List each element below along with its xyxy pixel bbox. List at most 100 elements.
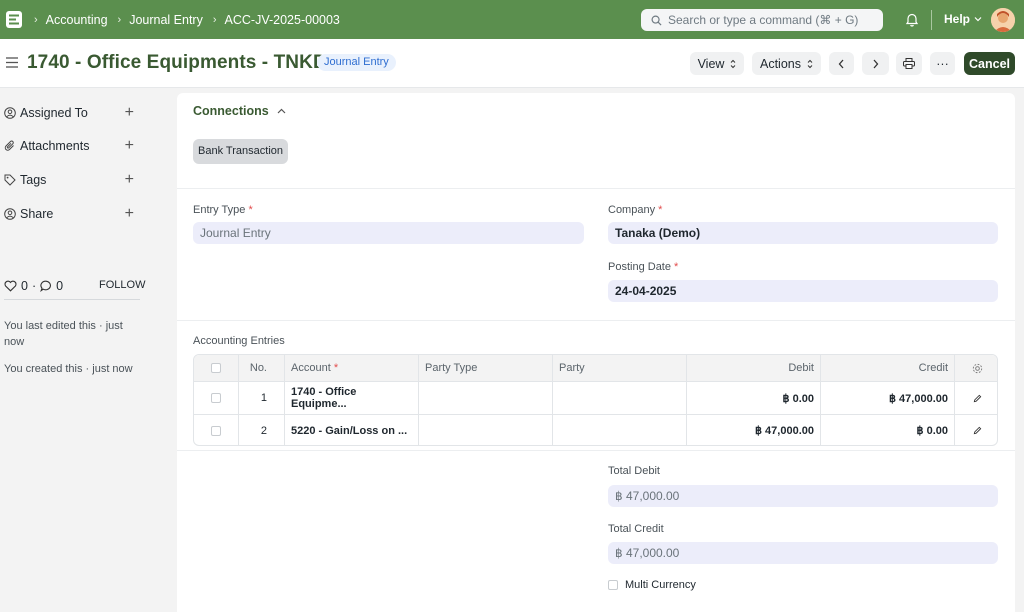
posting-date-field[interactable]: 24-04-2025 <box>608 280 998 302</box>
total-debit-label: Total Debit <box>608 465 660 477</box>
page-head: 1740 - Office Equipments - TNKD Journal … <box>0 39 1024 88</box>
connections-title: Connections <box>193 104 269 118</box>
form-card: Connections Bank Transaction Entry Type … <box>177 93 1015 612</box>
print-button[interactable] <box>896 52 922 75</box>
printer-icon <box>903 58 915 69</box>
row-party-type[interactable] <box>419 415 553 445</box>
chevron-left-icon <box>838 59 844 68</box>
column-header-debit: Debit <box>687 355 821 381</box>
chevron-right-icon <box>873 59 879 68</box>
sidebar-item-label: Share <box>20 207 54 221</box>
connections-header[interactable]: Connections <box>193 104 286 118</box>
table-row[interactable]: 2 5220 - Gain/Loss on ... ฿ 47,000.00 ฿ … <box>194 414 997 445</box>
separator-dot: · <box>31 279 37 293</box>
more-button[interactable]: ··· <box>930 52 955 75</box>
search-icon <box>651 15 662 26</box>
settings-icon[interactable] <box>955 355 997 381</box>
user-avatar[interactable] <box>991 8 1015 32</box>
row-account[interactable]: 1740 - Office Equipme... <box>285 382 419 414</box>
sidebar-item-label: Attachments <box>20 139 90 153</box>
company-field[interactable]: Tanaka (Demo) <box>608 222 998 244</box>
bank-transaction-chip[interactable]: Bank Transaction <box>193 139 288 164</box>
column-header-party: Party <box>553 355 687 381</box>
column-header-credit: Credit <box>821 355 955 381</box>
company-label: Company * <box>608 204 663 216</box>
sort-icon <box>731 59 736 68</box>
cancel-button[interactable]: Cancel <box>964 52 1015 75</box>
checkbox-box[interactable] <box>608 580 618 590</box>
previous-button[interactable] <box>829 52 854 75</box>
actions-button[interactable]: Actions <box>752 52 821 75</box>
section-divider <box>177 320 1015 321</box>
view-label: View <box>697 56 725 71</box>
chevron-right-icon: › <box>212 13 217 26</box>
plus-icon[interactable]: + <box>125 104 134 122</box>
help-dropdown[interactable]: Help <box>944 12 982 26</box>
multi-currency-checkbox[interactable]: Multi Currency <box>608 579 696 591</box>
sidebar-item-assigned-to[interactable]: Assigned To + <box>4 103 138 123</box>
search-placeholder: Search or type a command (⌘ + G) <box>668 13 859 27</box>
column-header-no: No. <box>239 355 285 381</box>
row-checkbox[interactable] <box>194 415 239 445</box>
sidebar-item-label: Assigned To <box>20 106 88 120</box>
row-debit[interactable]: ฿ 0.00 <box>687 382 821 414</box>
navbar-divider <box>931 10 932 30</box>
select-all-checkbox[interactable] <box>194 355 239 381</box>
row-party-type[interactable] <box>419 382 553 414</box>
entry-type-field[interactable]: Journal Entry <box>193 222 584 244</box>
total-credit-label: Total Credit <box>608 523 664 535</box>
table-row[interactable]: 1 1740 - Office Equipme... ฿ 0.00 ฿ 47,0… <box>194 381 997 414</box>
follow-button[interactable]: FOLLOW <box>99 279 145 291</box>
row-account[interactable]: 5220 - Gain/Loss on ... <box>285 415 419 445</box>
row-party[interactable] <box>553 415 687 445</box>
doctype-badge: Journal Entry <box>317 54 396 71</box>
breadcrumb: › Accounting › Journal Entry › ACC-JV-20… <box>34 0 350 39</box>
row-debit[interactable]: ฿ 47,000.00 <box>687 415 821 445</box>
view-button[interactable]: View <box>690 52 744 75</box>
likes-comments: 0 · 0 <box>4 279 63 293</box>
row-credit[interactable]: ฿ 47,000.00 <box>821 382 955 414</box>
sidebar-item-label: Tags <box>20 173 47 187</box>
cancel-label: Cancel <box>969 56 1010 71</box>
row-party[interactable] <box>553 382 687 414</box>
page-title: 1740 - Office Equipments - TNKD <box>27 52 327 73</box>
chevron-right-icon: › <box>34 13 38 26</box>
breadcrumb-accounting[interactable]: Accounting <box>46 13 108 27</box>
next-button[interactable] <box>862 52 889 75</box>
like-count: 0 <box>21 279 28 293</box>
row-checkbox[interactable] <box>194 382 239 414</box>
form-sidebar: Assigned To + Attachments + Tags + Share… <box>0 88 176 612</box>
last-edited-note: You last edited this · just now <box>4 320 123 348</box>
search-bar[interactable]: Search or type a command (⌘ + G) <box>641 9 883 31</box>
accounting-entries-table: No. Account * Party Type Party Debit Cre… <box>193 354 998 446</box>
actions-label: Actions <box>760 56 801 71</box>
accounting-entries-label: Accounting Entries <box>193 335 285 347</box>
heart-icon[interactable] <box>4 280 17 292</box>
sidebar-toggle-icon[interactable] <box>6 57 18 68</box>
sidebar-item-tags[interactable]: Tags + <box>4 170 138 190</box>
chevron-down-icon <box>974 17 982 22</box>
column-header-account: Account * <box>285 355 419 381</box>
breadcrumb-journal-entry[interactable]: Journal Entry <box>129 13 203 27</box>
app-logo-icon[interactable] <box>6 11 22 28</box>
edit-icon[interactable] <box>955 415 997 445</box>
comment-icon[interactable] <box>40 280 52 292</box>
edit-icon[interactable] <box>955 382 997 414</box>
row-credit[interactable]: ฿ 0.00 <box>821 415 955 445</box>
row-no: 2 <box>239 415 285 445</box>
chevron-up-icon <box>277 108 286 114</box>
sort-icon <box>807 59 813 68</box>
section-divider <box>177 450 1015 451</box>
total-debit-field: ฿ 47,000.00 <box>608 485 998 507</box>
top-navbar: › Accounting › Journal Entry › ACC-JV-20… <box>0 0 1024 39</box>
bell-icon[interactable] <box>905 12 919 27</box>
tag-icon <box>4 174 18 186</box>
help-label: Help <box>944 12 971 26</box>
plus-icon[interactable]: + <box>125 171 134 189</box>
paperclip-icon <box>4 140 18 152</box>
plus-icon[interactable]: + <box>125 137 134 155</box>
sidebar-item-share[interactable]: Share + <box>4 204 138 224</box>
sidebar-item-attachments[interactable]: Attachments + <box>4 136 138 156</box>
breadcrumb-document[interactable]: ACC-JV-2025-00003 <box>225 13 340 27</box>
plus-icon[interactable]: + <box>125 205 134 223</box>
